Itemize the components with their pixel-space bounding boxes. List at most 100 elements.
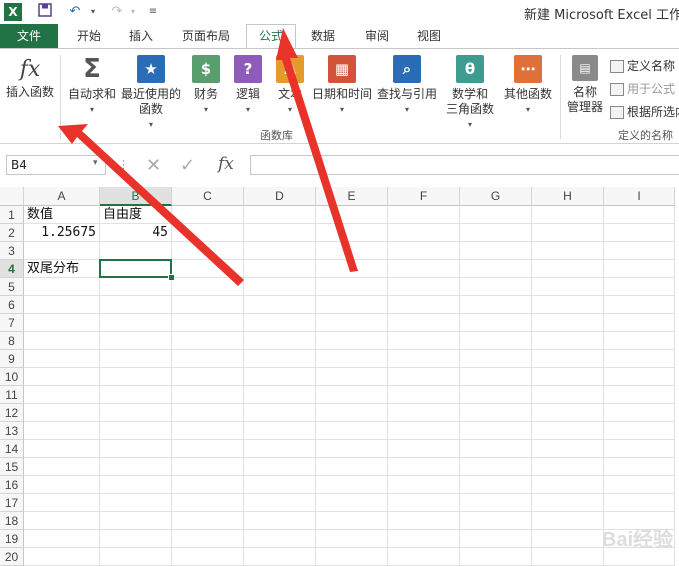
cell-b16[interactable]: [100, 476, 172, 494]
cell-g12[interactable]: [460, 404, 532, 422]
cell-g8[interactable]: [460, 332, 532, 350]
cell-a10[interactable]: [24, 368, 100, 386]
column-header-f[interactable]: F: [388, 187, 460, 206]
cell-h5[interactable]: [532, 278, 604, 296]
row-header-10[interactable]: 10: [0, 368, 24, 386]
row-header-1[interactable]: 1: [0, 206, 24, 224]
row-header-8[interactable]: 8: [0, 332, 24, 350]
row-header-5[interactable]: 5: [0, 278, 24, 296]
row-header-12[interactable]: 12: [0, 404, 24, 422]
cell-g3[interactable]: [460, 242, 532, 260]
cell-h11[interactable]: [532, 386, 604, 404]
name-manager-button[interactable]: ▤ 名称 管理器: [564, 53, 606, 115]
cell-e15[interactable]: [316, 458, 388, 476]
cell-c11[interactable]: [172, 386, 244, 404]
create-from-selection-button[interactable]: 根据所选内: [610, 103, 679, 120]
cell-c19[interactable]: [172, 530, 244, 548]
cell-c1[interactable]: [172, 206, 244, 224]
cell-h10[interactable]: [532, 368, 604, 386]
cell-c13[interactable]: [172, 422, 244, 440]
cell-g14[interactable]: [460, 440, 532, 458]
cell-c12[interactable]: [172, 404, 244, 422]
cell-b18[interactable]: [100, 512, 172, 530]
cell-b9[interactable]: [100, 350, 172, 368]
cell-g9[interactable]: [460, 350, 532, 368]
cell-g4[interactable]: [460, 260, 532, 278]
cell-i8[interactable]: [604, 332, 675, 350]
cell-d20[interactable]: [244, 548, 316, 566]
cell-f7[interactable]: [388, 314, 460, 332]
cell-a3[interactable]: [24, 242, 100, 260]
cell-i3[interactable]: [604, 242, 675, 260]
cell-h18[interactable]: [532, 512, 604, 530]
cell-b13[interactable]: [100, 422, 172, 440]
row-header-9[interactable]: 9: [0, 350, 24, 368]
cell-e17[interactable]: [316, 494, 388, 512]
cell-g6[interactable]: [460, 296, 532, 314]
cell-d9[interactable]: [244, 350, 316, 368]
cell-c5[interactable]: [172, 278, 244, 296]
cell-g7[interactable]: [460, 314, 532, 332]
cell-e12[interactable]: [316, 404, 388, 422]
cell-d14[interactable]: [244, 440, 316, 458]
row-header-2[interactable]: 2: [0, 224, 24, 242]
cell-g13[interactable]: [460, 422, 532, 440]
cell-e11[interactable]: [316, 386, 388, 404]
cell-d17[interactable]: [244, 494, 316, 512]
cell-f6[interactable]: [388, 296, 460, 314]
insert-function-fx-button[interactable]: fx: [218, 154, 234, 174]
row-header-14[interactable]: 14: [0, 440, 24, 458]
cell-e7[interactable]: [316, 314, 388, 332]
column-header-h[interactable]: H: [532, 187, 604, 206]
undo-dropdown-icon[interactable]: ▾: [84, 3, 102, 21]
cell-d12[interactable]: [244, 404, 316, 422]
cell-a20[interactable]: [24, 548, 100, 566]
cell-c17[interactable]: [172, 494, 244, 512]
cell-h17[interactable]: [532, 494, 604, 512]
cell-i17[interactable]: [604, 494, 675, 512]
cell-a7[interactable]: [24, 314, 100, 332]
cell-i10[interactable]: [604, 368, 675, 386]
cell-h6[interactable]: [532, 296, 604, 314]
cell-a2[interactable]: 1.25675: [24, 224, 100, 242]
cell-d16[interactable]: [244, 476, 316, 494]
column-header-i[interactable]: I: [604, 187, 675, 206]
fill-handle[interactable]: [168, 274, 175, 281]
cell-b6[interactable]: [100, 296, 172, 314]
cell-e8[interactable]: [316, 332, 388, 350]
select-all-corner[interactable]: [0, 187, 24, 206]
logical-button[interactable]: ? 逻辑 ▾: [226, 53, 270, 117]
cell-a11[interactable]: [24, 386, 100, 404]
cell-i5[interactable]: [604, 278, 675, 296]
row-header-15[interactable]: 15: [0, 458, 24, 476]
cell-i9[interactable]: [604, 350, 675, 368]
column-header-b[interactable]: B: [100, 187, 172, 206]
cell-g1[interactable]: [460, 206, 532, 224]
row-header-4[interactable]: 4: [0, 260, 24, 278]
cell-g16[interactable]: [460, 476, 532, 494]
cell-c2[interactable]: [172, 224, 244, 242]
cell-e19[interactable]: [316, 530, 388, 548]
cell-h3[interactable]: [532, 242, 604, 260]
cell-b7[interactable]: [100, 314, 172, 332]
cell-a18[interactable]: [24, 512, 100, 530]
tab-review[interactable]: 审阅: [354, 24, 400, 48]
cell-d15[interactable]: [244, 458, 316, 476]
cell-f9[interactable]: [388, 350, 460, 368]
cell-d11[interactable]: [244, 386, 316, 404]
cell-c7[interactable]: [172, 314, 244, 332]
cell-h15[interactable]: [532, 458, 604, 476]
column-header-c[interactable]: C: [172, 187, 244, 206]
cell-c18[interactable]: [172, 512, 244, 530]
cell-g20[interactable]: [460, 548, 532, 566]
cell-f5[interactable]: [388, 278, 460, 296]
cell-h7[interactable]: [532, 314, 604, 332]
cell-e10[interactable]: [316, 368, 388, 386]
save-icon[interactable]: [36, 3, 54, 21]
cell-b2[interactable]: 45: [100, 224, 172, 242]
cell-a5[interactable]: [24, 278, 100, 296]
math-trig-button[interactable]: θ 数学和 三角函数 ▾: [440, 53, 500, 132]
cell-f18[interactable]: [388, 512, 460, 530]
cell-f16[interactable]: [388, 476, 460, 494]
cell-d5[interactable]: [244, 278, 316, 296]
